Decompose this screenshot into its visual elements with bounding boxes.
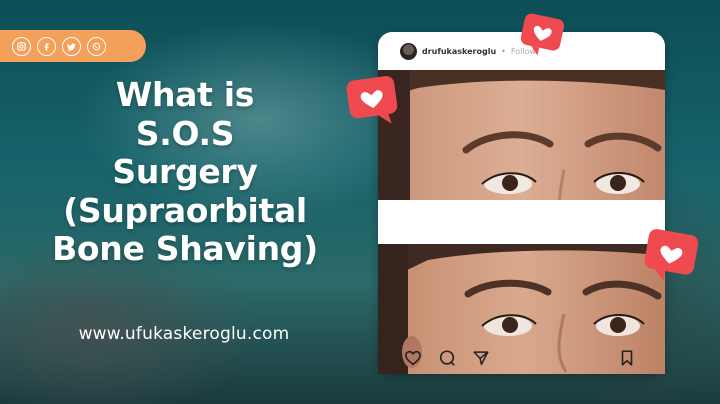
title-line-3: Surgery	[112, 152, 258, 191]
avatar[interactable]	[400, 42, 417, 60]
title-line-5: Bone Shaving)	[52, 229, 318, 268]
title-line-2: S.O.S	[135, 113, 235, 153]
whatsapp-icon[interactable]	[87, 36, 106, 56]
instagram-post-card: drufukaskeroglu • Follow	[378, 32, 665, 374]
post-handle[interactable]: drufukaskeroglu	[422, 47, 496, 56]
like-notification-top	[518, 12, 566, 58]
like-notification-left	[344, 72, 402, 128]
title-line-1: What is	[115, 75, 255, 114]
bookmark-icon[interactable]	[618, 349, 636, 371]
post-actions	[404, 349, 490, 371]
title-line-4: (Supraorbital	[63, 190, 307, 230]
facebook-icon[interactable]	[37, 36, 56, 56]
website-url[interactable]: www.ufukaskeroglu.com	[48, 324, 320, 344]
instagram-icon[interactable]	[12, 36, 31, 56]
photo-divider	[378, 239, 665, 241]
heart-icon[interactable]	[404, 349, 422, 371]
page-title: What is S.O.S Surgery (Supraorbital Bone…	[20, 75, 350, 269]
share-icon[interactable]	[472, 349, 490, 371]
like-notification-right	[640, 226, 704, 286]
comment-icon[interactable]	[438, 349, 456, 371]
post-header: drufukaskeroglu • Follow	[400, 42, 536, 60]
before-photo	[378, 70, 665, 200]
handle-separator: •	[501, 46, 506, 56]
social-links-bar	[0, 30, 146, 62]
twitter-icon[interactable]	[62, 36, 81, 56]
